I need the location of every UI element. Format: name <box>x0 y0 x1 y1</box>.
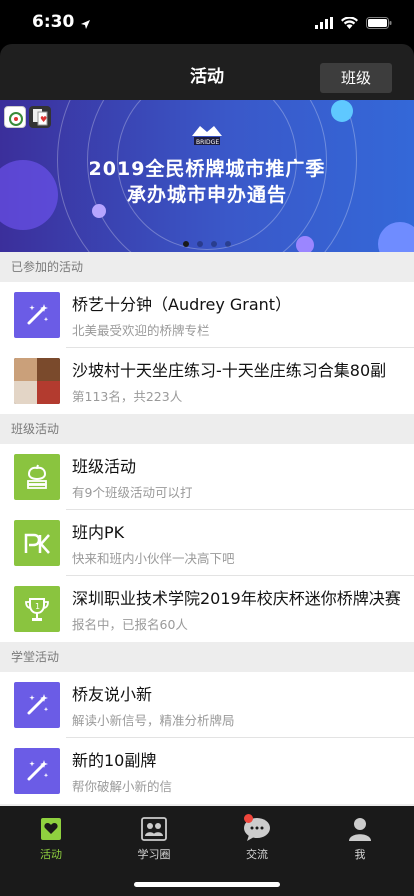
banner-title-line2: 承办城市申办通告 <box>126 184 287 206</box>
signal-icon <box>315 14 333 33</box>
list-item-subtitle: 解读小新信号，精准分析牌局 <box>72 713 235 728</box>
page-dot <box>211 241 217 247</box>
sponsor-logo <box>4 106 26 128</box>
svg-text:♥: ♥ <box>40 115 47 124</box>
list-item[interactable]: 新的10副牌 帮你破解小新的信 <box>0 738 414 804</box>
list-item-subtitle: 快来和班内小伙伴一决高下吧 <box>72 551 235 566</box>
list-item-title: 深圳职业技术学院2019年校庆杯迷你桥牌决赛 <box>72 589 401 608</box>
heart-card-icon <box>37 816 65 842</box>
bridge-logo-icon: BRIDGE <box>190 122 224 148</box>
tab-activity[interactable]: 活动 <box>11 816 91 862</box>
list-item-subtitle: 有9个班级活动可以打 <box>72 485 193 500</box>
pk-icon <box>14 520 60 566</box>
apple-books-icon <box>14 454 60 500</box>
trophy-icon: 1 <box>14 586 60 632</box>
list-item[interactable]: 1 深圳职业技术学院2019年校庆杯迷你桥牌决赛 报名中，已报名60人 <box>0 576 414 642</box>
activity-list-scroll[interactable]: ♥ BRIDGE 2019全民桥牌城市推广季 承办城市申办通告 已参加的活动 桥… <box>0 100 414 806</box>
banner-title-line1: 2019全民桥牌城市推广季 <box>88 158 326 180</box>
list-item[interactable]: 桥艺十分钟（Audrey Grant） 北美最受欢迎的桥牌专栏 <box>0 282 414 348</box>
section-header-school: 学堂活动 <box>0 642 414 672</box>
list-item-subtitle: 北美最受欢迎的桥牌专栏 <box>72 323 210 338</box>
page-dot <box>197 241 203 247</box>
list-item-title: 沙坡村十天坐庄练习-十天坐庄练习合集80副 <box>72 361 387 380</box>
tab-me[interactable]: 我 <box>320 816 400 862</box>
person-icon <box>346 816 374 842</box>
magic-wand-icon <box>14 292 60 338</box>
tab-label: 学习圈 <box>137 848 171 861</box>
list-item[interactable]: 桥友说小新 解读小新信号，精准分析牌局 <box>0 672 414 738</box>
tab-learning-circle[interactable]: 学习圈 <box>114 816 194 862</box>
list-item-title: 桥友说小新 <box>72 685 153 704</box>
banner-decoration <box>331 100 353 122</box>
location-arrow-icon <box>80 15 91 34</box>
list-item-title: 班内PK <box>72 523 125 542</box>
list-item-title: 班级活动 <box>72 457 137 476</box>
section-header-joined: 已参加的活动 <box>0 252 414 282</box>
magic-wand-icon <box>14 748 60 794</box>
list-item-title: 新的10副牌 <box>72 751 157 770</box>
list-item-subtitle: 报名中，已报名60人 <box>72 617 188 632</box>
people-icon <box>140 816 168 842</box>
section-header-class: 班级活动 <box>0 414 414 444</box>
list-item-subtitle: 帮你破解小新的信 <box>72 779 173 794</box>
list-item[interactable]: 班内PK 快来和班内小伙伴一决高下吧 <box>0 510 414 576</box>
svg-text:1: 1 <box>35 602 40 611</box>
sponsor-logo: ♥ <box>29 106 51 128</box>
list-item-title: 桥艺十分钟（Audrey Grant） <box>72 295 292 314</box>
page-dot-active <box>183 241 189 247</box>
navigation-bar: 活动 班级 <box>0 44 414 100</box>
banner-sponsor-logos: ♥ <box>4 106 51 128</box>
home-indicator[interactable] <box>134 882 280 887</box>
status-time: 6:30 <box>32 12 75 32</box>
notification-dot <box>244 814 253 823</box>
tab-chat[interactable]: 交流 <box>217 814 297 862</box>
photo-thumbnail <box>14 358 60 404</box>
tab-label: 交流 <box>246 848 268 861</box>
wifi-icon <box>341 14 358 33</box>
list-item-subtitle: 第113名，共223人 <box>72 389 183 404</box>
list-item[interactable]: 沙坡村十天坐庄练习-十天坐庄练习合集80副 第113名，共223人 <box>0 348 414 414</box>
list-item[interactable]: 班级活动 有9个班级活动可以打 <box>0 444 414 510</box>
svg-text:BRIDGE: BRIDGE <box>196 139 219 146</box>
class-button[interactable]: 班级 <box>320 63 392 93</box>
page-dot <box>225 241 231 247</box>
promo-banner[interactable]: ♥ BRIDGE 2019全民桥牌城市推广季 承办城市申办通告 <box>0 100 414 252</box>
chat-bubble-icon <box>243 814 271 842</box>
status-bar: 6:30 <box>0 0 414 44</box>
magic-wand-icon <box>14 682 60 728</box>
tab-label: 活动 <box>40 848 62 861</box>
tab-label: 我 <box>354 848 366 861</box>
banner-decoration <box>378 222 414 252</box>
battery-icon <box>366 14 392 33</box>
banner-pagination <box>0 241 414 247</box>
